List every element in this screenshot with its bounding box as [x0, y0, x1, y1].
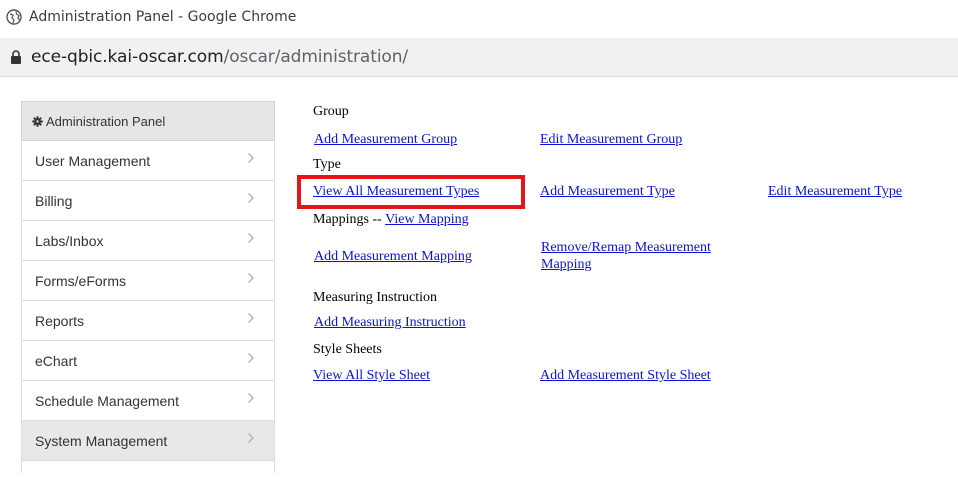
sidebar-item-label: Forms/eForms [35, 272, 126, 289]
add-measurement-style-sheet-link[interactable]: Add Measurement Style Sheet [540, 368, 711, 384]
type-heading: Type [313, 157, 341, 172]
edit-measurement-group-link[interactable]: Edit Measurement Group [540, 132, 682, 148]
globe-icon [6, 9, 22, 25]
view-all-measurement-types-link[interactable]: View All Measurement Types [313, 184, 479, 200]
edit-measurement-type-link[interactable]: Edit Measurement Type [768, 184, 902, 200]
url-path: /oscar/administration/ [223, 47, 409, 67]
window-titlebar: Administration Panel - Google Chrome [0, 0, 958, 38]
view-mapping-link[interactable]: View Mapping [385, 212, 469, 227]
remove-remap-measurement-mapping-link[interactable]: Remove/Remap Measurement Mapping [541, 239, 711, 273]
mappings-heading: Mappings -- View Mapping [313, 212, 469, 228]
sidebar-item-label: Billing [35, 192, 73, 209]
sidebar-item-label: Schedule Management [35, 392, 179, 409]
chevron-right-icon [248, 233, 254, 243]
add-measurement-mapping-link[interactable]: Add Measurement Mapping [314, 249, 472, 265]
group-heading: Group [313, 104, 349, 119]
sidebar-item-label: User Management [35, 152, 151, 169]
sidebar-item-label: eChart [35, 352, 78, 369]
remove-link-line-1: Remove/Remap Measurement [541, 240, 711, 255]
address-bar[interactable]: ece-qbic.kai-oscar.com/oscar/administrat… [0, 38, 958, 77]
sidebar-header: Administration Panel [21, 101, 275, 141]
mappings-label: Mappings -- [313, 212, 382, 227]
url-text[interactable]: ece-qbic.kai-oscar.com/oscar/administrat… [31, 47, 408, 67]
sidebar-item-label: System Management [35, 432, 168, 449]
chevron-right-icon [248, 273, 254, 283]
remove-link-line-2: Mapping [541, 257, 592, 272]
sidebar-item-echart[interactable]: eChart [21, 341, 275, 381]
add-measuring-instruction-link[interactable]: Add Measuring Instruction [314, 315, 466, 331]
sidebar-item-reports[interactable]: Reports [21, 301, 275, 341]
lock-icon[interactable] [10, 50, 22, 64]
gear-icon [32, 115, 43, 127]
sidebar-item-forms-eforms[interactable]: Forms/eForms [21, 261, 275, 301]
chevron-right-icon [248, 393, 254, 403]
add-measurement-type-link[interactable]: Add Measurement Type [540, 184, 675, 200]
sidebar-item-labs-inbox[interactable]: Labs/Inbox [21, 221, 275, 261]
chevron-right-icon [248, 153, 254, 163]
sidebar-item-label: Labs/Inbox [35, 232, 104, 249]
sidebar-item-schedule-management[interactable]: Schedule Management [21, 381, 275, 421]
sidebar-item-user-management[interactable]: User Management [21, 141, 275, 181]
chevron-right-icon [248, 433, 254, 443]
window-title: Administration Panel - Google Chrome [29, 9, 297, 25]
chevron-right-icon [248, 353, 254, 363]
measuring-instruction-heading: Measuring Instruction [313, 290, 438, 305]
chevron-right-icon [248, 193, 254, 203]
url-host: ece-qbic.kai-oscar.com [31, 47, 224, 67]
add-measurement-group-link[interactable]: Add Measurement Group [314, 132, 457, 148]
sidebar-item-billing[interactable]: Billing [21, 181, 275, 221]
sidebar-next-item-edge [21, 461, 275, 473]
view-all-style-sheet-link[interactable]: View All Style Sheet [313, 368, 430, 384]
chevron-right-icon [248, 313, 254, 323]
style-sheets-heading: Style Sheets [313, 342, 382, 357]
sidebar-item-system-management[interactable]: System Management [21, 421, 275, 461]
admin-sidebar: Administration Panel User Management Bil… [21, 101, 275, 473]
sidebar-header-label: Administration Panel [46, 113, 166, 129]
sidebar-item-label: Reports [35, 312, 85, 329]
